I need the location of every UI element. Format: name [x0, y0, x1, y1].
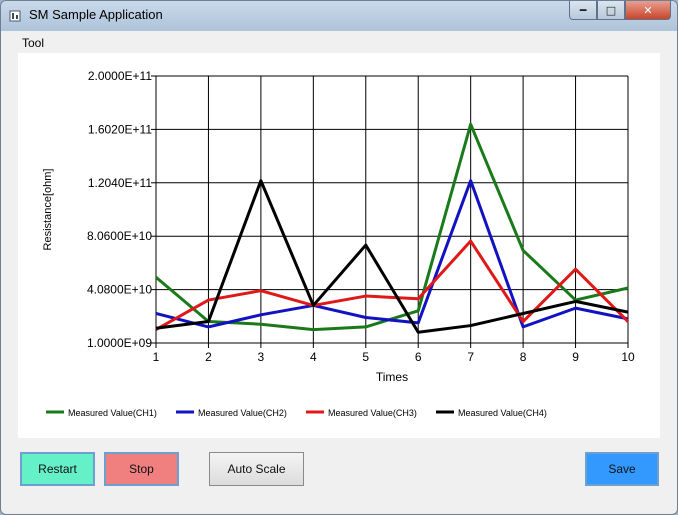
y-tick-label: 1.6020E+11	[88, 122, 152, 136]
y-tick-label: 4.0800E+10	[87, 283, 152, 297]
auto-scale-button[interactable]: Auto Scale	[209, 452, 304, 486]
x-tick-label: 7	[467, 350, 474, 364]
y-tick-label: 2.0000E+11	[88, 69, 152, 83]
x-tick-label: 9	[572, 350, 579, 364]
y-tick-label: 8.0600E+10	[87, 229, 152, 243]
app-window: SM Sample Application ━ □ ✕ Tool 1 2 3 4 5 6 7…	[0, 0, 678, 515]
resistance-chart: 1 2 3 4 5 6 7 8 9 10 1.0000E+09 4.0800E+10 8.0600E+1…	[42, 69, 635, 418]
x-tick-label: 8	[520, 350, 527, 364]
app-icon	[9, 10, 21, 22]
menu-bar: Tool	[8, 31, 672, 53]
x-axis-label: Times	[376, 370, 408, 384]
legend-label-ch1: Measured Value(CH1)	[68, 408, 157, 418]
maximize-button[interactable]: □	[597, 1, 625, 20]
chart-panel: 1 2 3 4 5 6 7 8 9 10 1.0000E+09 4.0800E+10 8.0600E+1…	[18, 53, 660, 438]
minimize-button[interactable]: ━	[569, 1, 597, 20]
x-tick-label: 6	[415, 350, 422, 364]
stop-button[interactable]: Stop	[104, 452, 179, 486]
close-button[interactable]: ✕	[625, 1, 671, 20]
legend-label-ch2: Measured Value(CH2)	[198, 408, 287, 418]
window-title: SM Sample Application	[29, 7, 163, 22]
y-axis-label: Resistance[ohm]	[42, 169, 54, 251]
close-icon: ✕	[643, 3, 653, 17]
x-tick-label: 1	[153, 350, 160, 364]
x-tick-label: 5	[362, 350, 369, 364]
title-bar[interactable]: SM Sample Application ━ □ ✕	[1, 1, 677, 31]
x-tick-label: 3	[258, 350, 265, 364]
y-tick-label: 1.2040E+11	[88, 176, 152, 190]
series-line-ch3	[155, 239, 630, 331]
maximize-icon: □	[605, 3, 617, 17]
legend-label-ch4: Measured Value(CH4)	[458, 408, 547, 418]
window-controls: ━ □ ✕	[569, 1, 671, 21]
legend-label-ch3: Measured Value(CH3)	[328, 408, 417, 418]
x-tick-label: 4	[310, 350, 317, 364]
minimize-icon: ━	[579, 3, 587, 17]
series-line-ch4	[155, 179, 629, 334]
restart-button[interactable]: Restart	[20, 452, 95, 486]
x-tick-label: 2	[205, 350, 212, 364]
save-button[interactable]: Save	[585, 452, 659, 486]
x-tick-label: 10	[621, 350, 635, 364]
menu-item-tool[interactable]: Tool	[22, 36, 44, 50]
y-tick-label: 1.0000E+09	[87, 336, 152, 350]
client-area: Tool 1 2 3 4 5 6 7 8 9 10 1.0000E+09 4.0800E+10 8.06…	[8, 31, 672, 507]
